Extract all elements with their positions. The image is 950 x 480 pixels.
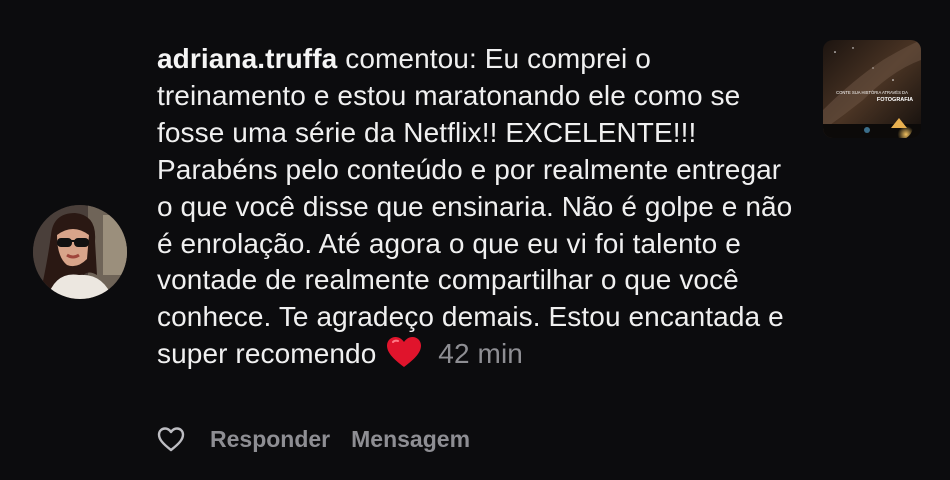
user-avatar[interactable]	[33, 205, 127, 299]
message-button[interactable]: Mensagem	[351, 426, 470, 453]
comment-timestamp: 42 min	[438, 338, 523, 370]
thumbnail-caption-line2: FOTOGRAFIA	[877, 97, 913, 103]
comment-text: Eu comprei o treinamento e estou maraton…	[157, 43, 793, 370]
avatar-photo	[33, 205, 127, 299]
scrollbar-track[interactable]	[944, 0, 950, 480]
heart-outline-icon[interactable]	[157, 426, 185, 452]
comment-body: adriana.truffa comentou: Eu comprei o tr…	[157, 41, 797, 373]
post-thumbnail-image: CONTE SUA HISTÓRIA ATRAVÉS DA FOTOGRAFIA	[823, 40, 921, 138]
thumbnail-caption-line1: CONTE SUA HISTÓRIA ATRAVÉS DA	[836, 90, 908, 95]
comment-verb: comentou:	[345, 43, 477, 74]
reply-button[interactable]: Responder	[210, 426, 330, 453]
comment-username[interactable]: adriana.truffa	[157, 43, 337, 74]
post-thumbnail[interactable]: CONTE SUA HISTÓRIA ATRAVÉS DA FOTOGRAFIA	[823, 40, 921, 138]
comment-actions: Responder Mensagem	[157, 422, 470, 456]
red-heart-emoji-icon	[387, 337, 422, 368]
